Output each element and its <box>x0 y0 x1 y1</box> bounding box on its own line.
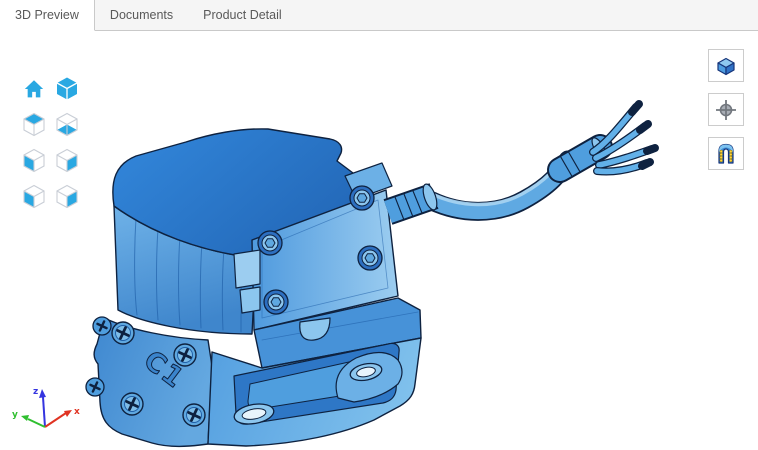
tab-documents[interactable]: Documents <box>95 0 188 30</box>
axis-y-label: y <box>12 410 18 420</box>
top-view-icon <box>23 112 45 136</box>
solenoid-valve-model[interactable]: C1 <box>85 100 659 448</box>
front-view-icon <box>23 184 45 208</box>
viewport-3d[interactable]: C1 z x y <box>0 31 758 450</box>
shaded-view-icon <box>717 57 735 75</box>
isometric-view-icon <box>56 77 78 99</box>
3d-preview-window: 3D Preview Documents Product Detail C1 z… <box>0 0 758 450</box>
back-view-button[interactable] <box>54 183 80 210</box>
top-view-button[interactable] <box>21 111 47 138</box>
home-view-icon <box>24 79 44 97</box>
left-view-icon <box>23 148 45 172</box>
home-view-button[interactable] <box>21 75 47 102</box>
shaded-view-button[interactable] <box>708 49 744 82</box>
locate-target-button[interactable] <box>708 93 744 126</box>
tab-documents-label: Documents <box>109 8 174 22</box>
tab-3d-preview[interactable]: 3D Preview <box>0 0 95 31</box>
bottom-view-icon <box>56 112 78 136</box>
right-view-icon <box>56 148 78 172</box>
3d-model-canvas[interactable]: C1 z x y <box>0 31 758 450</box>
isometric-view-button[interactable] <box>54 75 80 102</box>
section-view-button[interactable] <box>708 137 744 170</box>
view-orientation-toolbar <box>21 75 80 210</box>
tab-3d-preview-label: 3D Preview <box>15 8 79 22</box>
right-view-button[interactable] <box>54 147 80 174</box>
left-view-button[interactable] <box>21 147 47 174</box>
axis-x-label: x <box>74 407 80 417</box>
locate-target-icon <box>716 99 736 120</box>
tab-product-detail[interactable]: Product Detail <box>188 0 297 30</box>
tab-product-detail-label: Product Detail <box>203 8 282 22</box>
cable-gland <box>383 183 439 225</box>
tab-bar: 3D Preview Documents Product Detail <box>0 0 758 31</box>
back-view-icon <box>56 184 78 208</box>
axis-z-label: z <box>33 387 38 397</box>
cable <box>422 100 659 221</box>
section-view-icon <box>718 143 734 164</box>
axis-triad: z x y <box>12 387 80 428</box>
front-view-button[interactable] <box>21 183 47 210</box>
bottom-view-button[interactable] <box>54 111 80 138</box>
coil-housing <box>112 128 399 335</box>
display-mode-toolbar <box>708 49 744 170</box>
